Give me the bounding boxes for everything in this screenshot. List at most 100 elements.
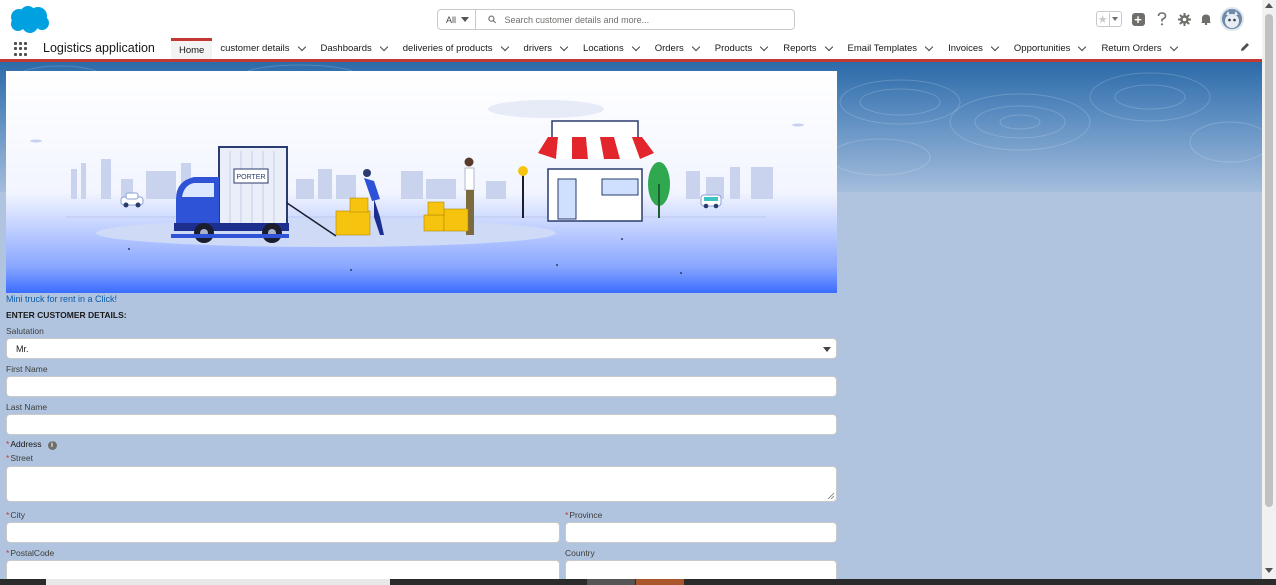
search-scope-select[interactable]: All bbox=[437, 9, 476, 30]
salesforce-cloud-logo[interactable] bbox=[8, 5, 50, 34]
taskbar-app[interactable] bbox=[587, 579, 635, 585]
scrollbar-thumb[interactable] bbox=[1265, 14, 1273, 507]
scroll-up-arrow-icon[interactable] bbox=[1265, 3, 1273, 8]
chevron-down-icon[interactable] bbox=[760, 42, 769, 51]
tab-invoices[interactable]: Invoices bbox=[940, 38, 1006, 59]
chevron-down-icon[interactable] bbox=[924, 42, 934, 51]
tab-home[interactable]: Home bbox=[171, 38, 213, 59]
required-marker: * bbox=[6, 548, 10, 558]
postal-code-label: PostalCode bbox=[10, 548, 55, 558]
tab-label: Products bbox=[714, 43, 753, 54]
app-name: Logistics application bbox=[43, 41, 155, 55]
chevron-down-icon[interactable] bbox=[631, 42, 640, 51]
salutation-value: Mr. bbox=[16, 343, 29, 354]
country-field[interactable] bbox=[565, 560, 837, 579]
tab-orders[interactable]: Orders bbox=[647, 38, 707, 59]
tab-opportunities[interactable]: Opportunities bbox=[1006, 38, 1094, 59]
notifications-button[interactable] bbox=[1195, 6, 1217, 32]
nav-tabs: Home customer details Dashboards deliver… bbox=[171, 38, 1185, 59]
address-label: Address bbox=[10, 439, 42, 449]
resize-handle-icon[interactable] bbox=[827, 492, 834, 499]
favorites-button[interactable]: ★ bbox=[1092, 6, 1125, 32]
truck-brand-text: PORTER bbox=[236, 174, 265, 181]
scroll-down-arrow-icon[interactable] bbox=[1265, 568, 1273, 573]
help-button[interactable] bbox=[1151, 6, 1173, 32]
required-marker: * bbox=[6, 439, 10, 449]
page-scrollbar[interactable] bbox=[1262, 0, 1276, 579]
edit-nav-pencil-icon[interactable] bbox=[1240, 42, 1250, 52]
delivery-illustration: PORTER bbox=[30, 100, 804, 274]
city-field[interactable] bbox=[6, 522, 560, 543]
tab-label: Dashboards bbox=[320, 43, 372, 54]
chevron-down-icon[interactable] bbox=[824, 42, 833, 51]
chevron-down-icon[interactable] bbox=[379, 42, 388, 51]
province-label-wrap: *Province bbox=[565, 510, 602, 520]
required-marker: * bbox=[565, 510, 569, 520]
tab-label: Home bbox=[179, 44, 205, 56]
user-profile-button[interactable] bbox=[1217, 6, 1247, 32]
help-icon bbox=[1157, 12, 1167, 26]
search-icon bbox=[488, 15, 497, 24]
chevron-down-icon[interactable] bbox=[297, 42, 306, 51]
info-icon[interactable]: i bbox=[47, 441, 57, 450]
city-label-wrap: *City bbox=[6, 510, 25, 520]
taskbar-search[interactable] bbox=[46, 579, 390, 585]
section-title: ENTER CUSTOMER DETAILS: bbox=[6, 310, 127, 320]
taskbar-app-active[interactable] bbox=[636, 579, 684, 585]
first-name-field[interactable] bbox=[6, 376, 837, 397]
favorites-star-icon: ★ bbox=[1097, 12, 1110, 26]
chevron-down-icon[interactable] bbox=[1169, 42, 1178, 51]
chevron-down-icon[interactable] bbox=[559, 42, 569, 51]
city-label: City bbox=[10, 510, 25, 520]
province-field[interactable] bbox=[565, 522, 837, 543]
tab-dashboards[interactable]: Dashboards bbox=[313, 38, 395, 59]
search-box[interactable] bbox=[476, 9, 795, 30]
tab-deliveries-of-products[interactable]: deliveries of products bbox=[395, 38, 516, 59]
tab-customer-details[interactable]: customer details bbox=[212, 38, 312, 59]
global-header: All ★ + bbox=[0, 0, 1262, 38]
tab-label: Reports bbox=[783, 43, 817, 54]
chevron-down-icon[interactable] bbox=[990, 42, 1000, 51]
address-group-label: *Address i bbox=[6, 439, 57, 450]
tab-reports[interactable]: Reports bbox=[775, 38, 839, 59]
tab-label: Locations bbox=[583, 43, 624, 54]
tab-products[interactable]: Products bbox=[707, 38, 776, 59]
global-search: All bbox=[437, 9, 795, 30]
salutation-label: Salutation bbox=[6, 326, 44, 336]
setup-gear-icon bbox=[1177, 12, 1191, 26]
tab-label: drivers bbox=[523, 43, 553, 54]
last-name-field[interactable] bbox=[6, 414, 837, 435]
postal-code-label-wrap: *PostalCode bbox=[6, 548, 54, 558]
salutation-select[interactable]: Mr. bbox=[6, 338, 837, 359]
tab-label: Opportunities bbox=[1013, 43, 1071, 54]
os-taskbar bbox=[0, 579, 1276, 585]
tab-drivers[interactable]: drivers bbox=[516, 38, 576, 59]
app-navigation-bar: Logistics application Home customer deta… bbox=[0, 38, 1262, 62]
notifications-bell-icon bbox=[1201, 14, 1211, 25]
chevron-down-icon[interactable] bbox=[500, 42, 509, 51]
tab-locations[interactable]: Locations bbox=[575, 38, 647, 59]
chevron-down-icon bbox=[823, 347, 831, 352]
logistics-banner-image: PORTER bbox=[6, 71, 837, 293]
global-actions-button[interactable]: + bbox=[1125, 6, 1151, 32]
required-marker: * bbox=[6, 510, 10, 520]
tab-label: deliveries of products bbox=[402, 43, 493, 54]
add-icon: + bbox=[1131, 12, 1145, 26]
tab-label: Invoices bbox=[948, 43, 983, 54]
tab-label: customer details bbox=[220, 43, 290, 54]
chevron-down-icon[interactable] bbox=[1078, 42, 1087, 51]
province-label: Province bbox=[569, 510, 603, 520]
street-textarea[interactable] bbox=[6, 466, 837, 502]
tab-email-templates[interactable]: Email Templates bbox=[840, 38, 941, 59]
favorites-menu-icon[interactable] bbox=[1110, 17, 1121, 21]
tab-return-orders[interactable]: Return Orders bbox=[1093, 38, 1184, 59]
setup-button[interactable] bbox=[1173, 6, 1195, 32]
postal-code-field[interactable] bbox=[6, 560, 560, 579]
app-launcher-icon[interactable] bbox=[14, 42, 28, 56]
required-marker: * bbox=[6, 453, 10, 463]
mini-truck-rent-link[interactable]: Mini truck for rent in a Click! bbox=[6, 294, 117, 304]
tab-label: Orders bbox=[654, 43, 684, 54]
user-avatar bbox=[1220, 7, 1244, 31]
chevron-down-icon[interactable] bbox=[691, 42, 701, 51]
search-input[interactable] bbox=[504, 14, 794, 25]
